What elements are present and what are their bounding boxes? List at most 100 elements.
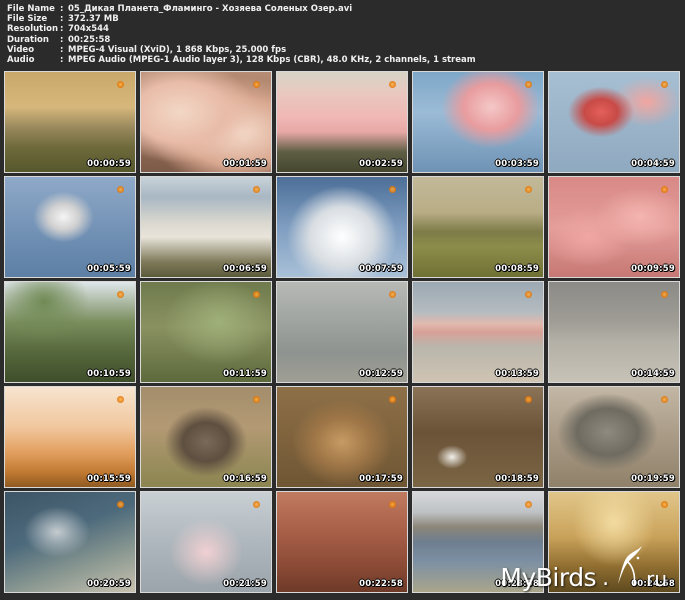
thumbnail-image <box>413 387 543 487</box>
info-value: 372.37 MB <box>68 14 119 25</box>
thumbnail-timestamp: 00:16:59 <box>223 474 267 484</box>
thumbnail-image <box>277 387 407 487</box>
thumbnail-image <box>549 282 679 382</box>
channel-logo-icon <box>253 501 260 508</box>
thumbnail-misty-lake[interactable]: 00:00:59 <box>4 71 136 173</box>
bird-icon <box>618 546 643 587</box>
thumbnail-sunset-birds[interactable]: 00:15:59 <box>4 386 136 488</box>
thumbnail-image <box>277 492 407 592</box>
thumbnail-pelican-landing[interactable]: 00:05:59 <box>4 176 136 278</box>
channel-logo-icon <box>389 501 396 508</box>
channel-logo-icon <box>117 396 124 403</box>
channel-logo-icon <box>661 186 668 193</box>
info-row: Video: MPEG-4 Visual (XviD), 1 868 Kbps, … <box>7 45 476 55</box>
thumbnail-timestamp: 00:09:59 <box>631 264 675 274</box>
info-value: 704x544 <box>68 24 109 35</box>
thumbnail-timestamp: 00:19:59 <box>631 474 675 484</box>
thumbnail-image <box>413 282 543 382</box>
thumbnail-image <box>5 177 135 277</box>
thumbnail-waterbuck[interactable]: 00:08:59 <box>412 176 544 278</box>
thumbnail-image <box>413 72 543 172</box>
channel-logo-icon <box>661 81 668 88</box>
thumbnail-timestamp: 00:15:59 <box>87 474 131 484</box>
info-key: Audio <box>7 55 35 66</box>
channel-logo-icon <box>661 291 668 298</box>
channel-logo-icon <box>525 81 532 88</box>
thumbnail-flamingo-crowd[interactable]: 00:09:59 <box>548 176 680 278</box>
thumbnail-timestamp: 00:10:59 <box>87 369 131 379</box>
info-row: Resolution:704x544 <box>7 24 476 34</box>
channel-logo-icon <box>525 186 532 193</box>
info-value: MPEG Audio (MPEG-1 Audio layer 3), 128 K… <box>68 55 476 66</box>
thumbnail-timestamp: 00:02:59 <box>359 159 403 169</box>
channel-logo-icon <box>661 396 668 403</box>
channel-logo-icon <box>117 186 124 193</box>
thumbnail-image <box>5 492 135 592</box>
thumbnail-timestamp: 00:05:59 <box>87 264 131 274</box>
thumbnail-timestamp: 00:18:59 <box>495 474 539 484</box>
thumbnail-aerial-shore[interactable]: 00:20:59 <box>4 491 136 593</box>
info-separator: : <box>60 14 64 25</box>
info-value: 05_Дикая Планета_Фламинго - Хозяева Соле… <box>68 4 353 14</box>
thumbnail-image <box>277 72 407 172</box>
thumbnail-flamingo-necks[interactable]: 00:22:58 <box>276 491 408 593</box>
thumbnail-bird-flight-lake[interactable]: 00:12:59 <box>276 281 408 383</box>
thumbnail-flamingos-pale[interactable]: 00:21:59 <box>140 491 272 593</box>
info-key: File Size <box>7 14 48 25</box>
thumbnail-grid: 00:00:59 00:01:59 00:02:59 00:03:59 00:04:59… <box>4 71 684 596</box>
thumbnail-timestamp: 00:12:59 <box>359 369 403 379</box>
thumbnail-forest-branches[interactable]: 00:11:59 <box>140 281 272 383</box>
channel-logo-icon <box>525 501 532 508</box>
thumbnail-image <box>277 177 407 277</box>
thumbnail-image <box>141 282 271 382</box>
watermark-logo: MyBirds . ru <box>500 544 667 590</box>
thumbnail-image <box>141 387 271 487</box>
info-key: Duration <box>7 34 49 45</box>
channel-logo-icon <box>117 501 124 508</box>
channel-logo-icon <box>389 81 396 88</box>
thumbnail-image <box>549 177 679 277</box>
info-value: MPEG-4 Visual (XviD), 1 868 Kbps, 25.000… <box>68 44 287 55</box>
thumbnail-timestamp: 00:04:59 <box>631 159 675 169</box>
thumbnail-flamingos-walking[interactable]: 00:04:59 <box>548 71 680 173</box>
thumbnail-image <box>5 72 135 172</box>
thumbnail-pelicans-group[interactable]: 00:06:59 <box>140 176 272 278</box>
thumbnail-timestamp: 00:07:59 <box>359 264 403 274</box>
channel-logo-icon <box>389 186 396 193</box>
channel-logo-icon <box>525 291 532 298</box>
thumbnail-image <box>549 387 679 487</box>
thumbnail-timestamp: 00:22:58 <box>359 579 403 589</box>
thumbnail-image <box>5 282 135 382</box>
info-key: Resolution <box>7 24 59 35</box>
thumbnail-image <box>141 72 271 172</box>
thumbnail-flamingo-flock[interactable]: 00:02:59 <box>276 71 408 173</box>
thumbnail-flamingo-line[interactable]: 00:13:59 <box>412 281 544 383</box>
channel-logo-icon <box>117 81 124 88</box>
thumbnail-vultures-egret[interactable]: 00:18:59 <box>412 386 544 488</box>
thumbnail-timestamp: 00:06:59 <box>223 264 267 274</box>
thumbnail-rhino[interactable]: 00:19:59 <box>548 386 680 488</box>
thumbnail-image <box>141 492 271 592</box>
info-key: File Name <box>7 4 55 14</box>
thumbnail-timestamp: 00:03:59 <box>495 159 539 169</box>
watermark-dot: . <box>602 566 610 591</box>
thumbnail-image <box>141 177 271 277</box>
channel-logo-icon <box>389 396 396 403</box>
thumbnail-warthog[interactable]: 00:16:59 <box>140 386 272 488</box>
thumbnail-flamingos-water[interactable]: 00:03:59 <box>412 71 544 173</box>
channel-logo-icon <box>389 291 396 298</box>
channel-logo-icon <box>117 291 124 298</box>
thumbnail-flamingo-closeup[interactable]: 00:01:59 <box>140 71 272 173</box>
thumbnail-hazy-lake[interactable]: 00:14:59 <box>548 281 680 383</box>
thumbnail-acacia-trees[interactable]: 00:10:59 <box>4 281 136 383</box>
thumbnail-timestamp: 00:17:59 <box>359 474 403 484</box>
thumbnail-timestamp: 00:20:59 <box>87 579 131 589</box>
channel-logo-icon <box>525 396 532 403</box>
channel-logo-icon <box>253 186 260 193</box>
info-separator: : <box>60 55 64 66</box>
thumbnail-timestamp: 00:00:59 <box>87 159 131 169</box>
thumbnail-hyena-grass[interactable]: 00:17:59 <box>276 386 408 488</box>
info-row: File Name:05_Дикая Планета_Фламинго - Хо… <box>7 4 476 14</box>
thumbnail-pelicans-flying[interactable]: 00:07:59 <box>276 176 408 278</box>
thumbnail-image <box>5 387 135 487</box>
